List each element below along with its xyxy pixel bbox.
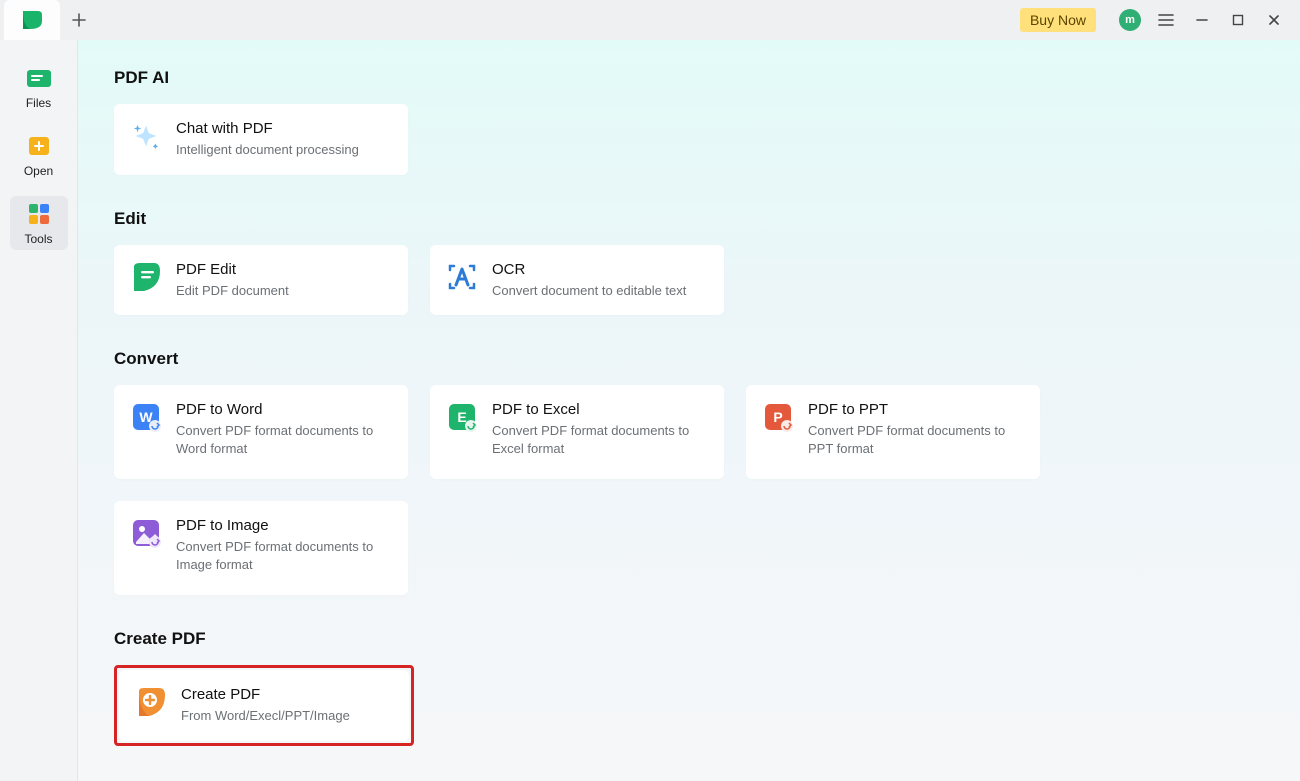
card-subtitle: Convert PDF format documents to Image fo… (176, 538, 392, 573)
section-heading: Create PDF (114, 629, 1300, 649)
pdf-edit-icon (130, 261, 162, 293)
plus-icon (72, 13, 86, 27)
avatar-badge-icon: m (1119, 9, 1141, 31)
excel-icon: E (446, 401, 478, 433)
home-tab[interactable] (4, 0, 60, 40)
card-pdf-to-image[interactable]: PDF to Image Convert PDF format document… (114, 501, 408, 595)
card-pdf-to-ppt[interactable]: P PDF to PPT Convert PDF format document… (746, 385, 1040, 479)
card-pdf-to-word[interactable]: W PDF to Word Convert PDF format documen… (114, 385, 408, 479)
section-create-pdf: Create PDF Create PDF (114, 629, 1300, 746)
sidebar-item-label: Tools (24, 232, 52, 246)
section-pdf-ai: PDF AI Chat with PDF Intelligent documen… (114, 68, 1300, 175)
ppt-icon: P (762, 401, 794, 433)
card-subtitle: Convert PDF format documents to PPT form… (808, 422, 1024, 457)
highlighted-card: Create PDF From Word/Execl/PPT/Image (114, 665, 414, 746)
card-title: PDF to PPT (808, 401, 1024, 418)
card-title: OCR (492, 261, 686, 278)
card-subtitle: Convert document to editable text (492, 282, 686, 300)
section-heading: Convert (114, 349, 1300, 369)
files-icon (25, 66, 53, 90)
account-avatar[interactable]: m (1112, 2, 1148, 38)
close-icon (1267, 13, 1281, 27)
card-title: PDF to Excel (492, 401, 708, 418)
sidebar: Files Open Tools (0, 40, 78, 781)
section-heading: Edit (114, 209, 1300, 229)
new-tab-button[interactable] (60, 0, 98, 40)
sidebar-item-files[interactable]: Files (10, 60, 68, 114)
maximize-icon (1231, 13, 1245, 27)
svg-text:P: P (773, 409, 782, 425)
card-create-pdf[interactable]: Create PDF From Word/Execl/PPT/Image (119, 670, 409, 741)
card-pdf-to-excel[interactable]: E PDF to Excel Convert PDF format docume… (430, 385, 724, 479)
section-edit: Edit PDF Edit Edit PDF document (114, 209, 1300, 316)
card-pdf-edit[interactable]: PDF Edit Edit PDF document (114, 245, 408, 316)
card-subtitle: Convert PDF format documents to Word for… (176, 422, 392, 457)
create-pdf-icon (135, 686, 167, 718)
open-icon (25, 134, 53, 158)
card-ocr[interactable]: OCR Convert document to editable text (430, 245, 724, 316)
window-minimize-button[interactable] (1184, 2, 1220, 38)
card-title: PDF to Word (176, 401, 392, 418)
window-close-button[interactable] (1256, 2, 1292, 38)
sparkle-icon (130, 120, 162, 152)
card-title: PDF Edit (176, 261, 289, 278)
card-subtitle: Intelligent document processing (176, 141, 359, 159)
card-subtitle: From Word/Execl/PPT/Image (181, 707, 350, 725)
sidebar-item-tools[interactable]: Tools (10, 196, 68, 250)
card-subtitle: Convert PDF format documents to Excel fo… (492, 422, 708, 457)
sidebar-item-label: Files (26, 96, 51, 110)
card-title: Chat with PDF (176, 120, 359, 137)
app-logo-icon (20, 9, 44, 31)
card-title: PDF to Image (176, 517, 392, 534)
section-convert: Convert W PDF to Word (114, 349, 1300, 595)
tools-icon (25, 202, 53, 226)
card-chat-with-pdf[interactable]: Chat with PDF Intelligent document proce… (114, 104, 408, 175)
minimize-icon (1195, 13, 1209, 27)
buy-now-button[interactable]: Buy Now (1020, 8, 1096, 32)
card-subtitle: Edit PDF document (176, 282, 289, 300)
sidebar-item-open[interactable]: Open (10, 128, 68, 182)
titlebar: Buy Now m (0, 0, 1300, 40)
image-icon (130, 517, 162, 549)
ocr-icon (446, 261, 478, 293)
main-content: PDF AI Chat with PDF Intelligent documen… (78, 40, 1300, 781)
sidebar-item-label: Open (24, 164, 53, 178)
app-menu-button[interactable] (1148, 2, 1184, 38)
hamburger-icon (1158, 13, 1174, 27)
window-maximize-button[interactable] (1220, 2, 1256, 38)
section-heading: PDF AI (114, 68, 1300, 88)
svg-text:E: E (457, 409, 466, 425)
word-icon: W (130, 401, 162, 433)
card-title: Create PDF (181, 686, 350, 703)
